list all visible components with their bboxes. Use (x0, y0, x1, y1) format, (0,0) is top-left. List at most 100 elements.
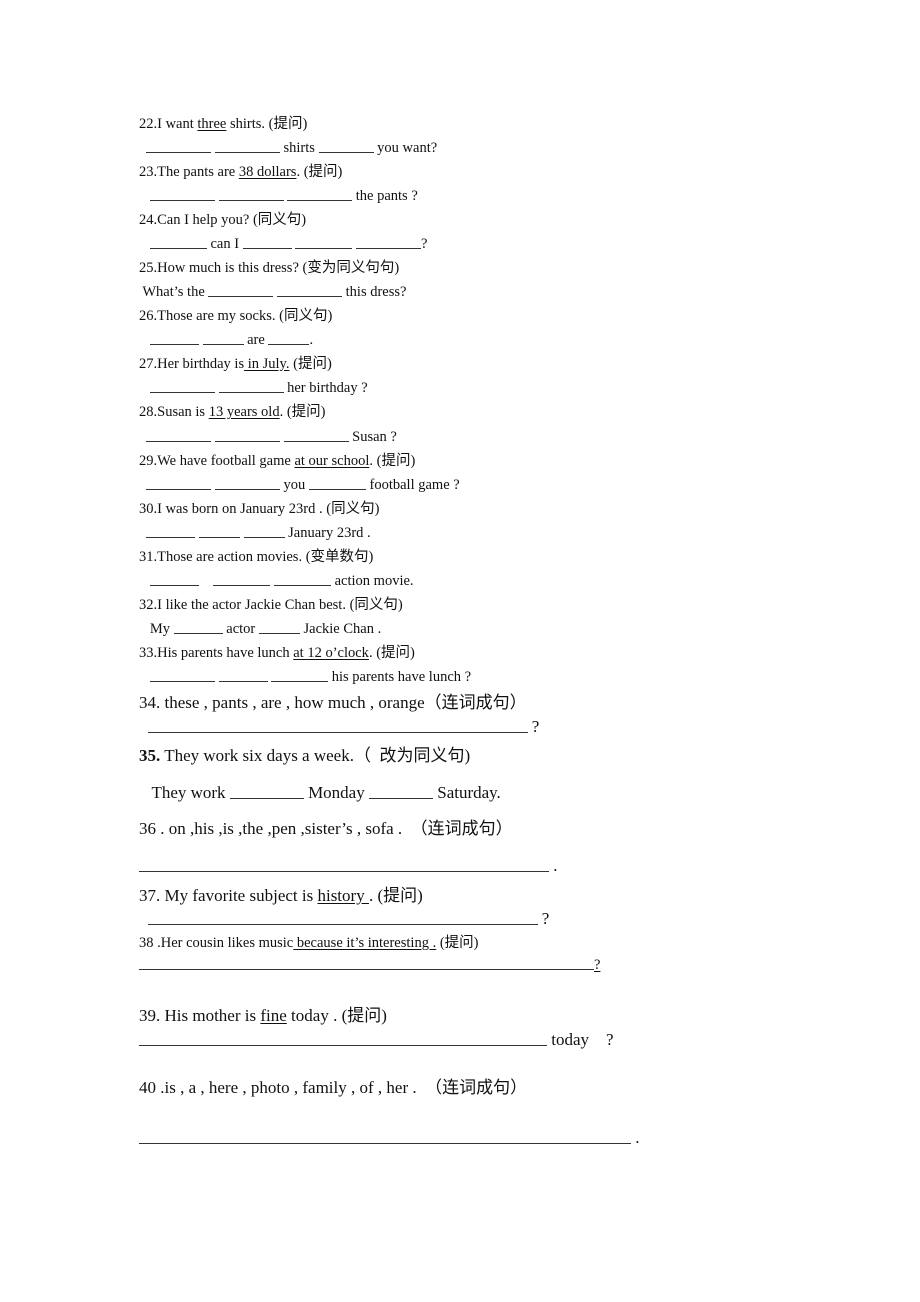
question-23-prompt: 23.The pants are 38 dollars. (提问) (139, 165, 342, 180)
answer-blank[interactable] (243, 536, 285, 538)
text-segment: 25.How much is this dress? (变为同义句句) (139, 260, 400, 276)
text-segment: 35. (139, 746, 161, 765)
answer-blank[interactable] (318, 151, 374, 153)
answer-blank[interactable] (139, 1142, 631, 1144)
answer-blank[interactable] (368, 797, 433, 799)
question-35-prompt: 35. They work six days a week.（ 改为同义句) (139, 747, 470, 764)
text-segment: ? (420, 236, 428, 252)
text-segment: 22.I want (139, 116, 198, 132)
answer-blank[interactable] (295, 247, 353, 249)
text-segment: . (提问) (296, 164, 343, 180)
text-segment (215, 188, 219, 204)
text-segment: his parents have lunch ? (328, 669, 472, 685)
answer-blank[interactable] (229, 797, 304, 799)
text-segment (139, 717, 148, 736)
text-segment: They work (139, 783, 230, 802)
answer-blank[interactable] (146, 151, 212, 153)
text-segment: 32.I like the actor Jackie Chan best. (同… (139, 597, 403, 613)
text-segment (139, 477, 146, 493)
question-24-answer: can I ? (139, 237, 427, 252)
question-39-prompt: 39. His mother is fine today . (提问) (139, 1007, 387, 1024)
answer-blank[interactable] (139, 1044, 547, 1046)
text-segment: football game ? (365, 477, 460, 493)
answer-blank[interactable] (202, 343, 244, 345)
underlined-target: at 12 o’clock (293, 645, 369, 661)
question-29-answer: you football game ? (139, 478, 460, 493)
text-segment (199, 332, 203, 348)
question-26-prompt: 26.Those are my socks. (同义句) (139, 309, 332, 324)
answer-blank[interactable] (355, 247, 421, 249)
text-segment (139, 669, 150, 685)
text-segment: her birthday ? (283, 380, 368, 396)
question-37-prompt: 37. My favorite subject is history . (提问… (139, 887, 423, 904)
answer-blank[interactable] (214, 440, 280, 442)
answer-blank[interactable] (218, 199, 284, 201)
answer-blank[interactable] (274, 584, 331, 586)
question-36-answer: . (139, 857, 558, 874)
answer-blank[interactable] (149, 680, 215, 682)
answer-blank[interactable] (146, 488, 212, 490)
text-segment (139, 573, 150, 589)
answer-blank[interactable] (149, 199, 215, 201)
answer-blank[interactable] (283, 440, 349, 442)
answer-blank[interactable] (287, 199, 353, 201)
question-33-answer: his parents have lunch ? (139, 670, 471, 685)
text-segment (268, 669, 272, 685)
text-segment (139, 380, 150, 396)
answer-blank[interactable] (198, 536, 240, 538)
text-segment (139, 525, 146, 541)
text-segment (139, 188, 150, 204)
answer-blank[interactable] (147, 731, 528, 733)
text-segment: 28.Susan is (139, 404, 209, 420)
question-32-answer: My actor Jackie Chan . (139, 622, 381, 637)
text-segment: (提问) (436, 935, 479, 951)
question-40-prompt: 40 .is , a , here , photo , family , of … (139, 1079, 527, 1096)
answer-blank[interactable] (308, 488, 366, 490)
question-38-prompt: 38 .Her cousin likes music because it’s … (139, 936, 479, 951)
text-segment: 26.Those are my socks. (同义句) (139, 308, 333, 324)
answer-blank[interactable] (139, 870, 549, 872)
answer-blank[interactable] (139, 968, 594, 970)
question-29-prompt: 29.We have football game at our school. … (139, 454, 415, 469)
answer-blank[interactable] (149, 247, 207, 249)
question-30-answer: January 23rd . (139, 526, 371, 541)
answer-blank[interactable] (268, 343, 310, 345)
text-segment (215, 669, 219, 685)
answer-blank[interactable] (213, 584, 271, 586)
answer-blank[interactable] (242, 247, 292, 249)
question-32-prompt: 32.I like the actor Jackie Chan best. (同… (139, 598, 403, 613)
question-22-prompt: 22.I want three shirts. (提问) (139, 117, 307, 132)
answer-blank[interactable] (277, 295, 343, 297)
answer-blank[interactable] (173, 632, 223, 634)
answer-blank[interactable] (214, 151, 280, 153)
answer-blank[interactable] (208, 295, 274, 297)
answer-blank[interactable] (218, 680, 268, 682)
underlined-target: in July. (244, 356, 290, 372)
text-segment: 27.Her birthday is (139, 356, 245, 372)
text-segment: Saturday. (432, 783, 501, 802)
question-25-prompt: 25.How much is this dress? (变为同义句句) (139, 261, 399, 276)
question-34-prompt: 34. these , pants , are , how much , ora… (139, 694, 527, 711)
text-segment (139, 332, 150, 348)
answer-blank[interactable] (146, 536, 196, 538)
answer-blank[interactable] (146, 440, 212, 442)
answer-blank[interactable] (149, 584, 199, 586)
text-segment (284, 188, 288, 204)
question-33-prompt: 33.His parents have lunch at 12 o’clock.… (139, 646, 415, 661)
answer-blank[interactable] (258, 632, 300, 634)
text-segment: Monday (303, 783, 369, 802)
answer-blank[interactable] (271, 680, 329, 682)
answer-blank[interactable] (147, 923, 538, 925)
underlined-target: 13 years old (208, 404, 280, 420)
text-segment (211, 477, 215, 493)
text-segment: ? (527, 717, 540, 736)
answer-blank[interactable] (149, 343, 199, 345)
text-segment: 34. these , pants , are , how much , ora… (139, 693, 527, 712)
text-segment: 23.The pants are (139, 164, 239, 180)
text-segment: 37. My favorite subject is (139, 886, 318, 905)
text-segment (280, 429, 284, 445)
text-segment (352, 236, 356, 252)
answer-blank[interactable] (214, 488, 280, 490)
answer-blank[interactable] (218, 391, 284, 393)
answer-blank[interactable] (149, 391, 215, 393)
